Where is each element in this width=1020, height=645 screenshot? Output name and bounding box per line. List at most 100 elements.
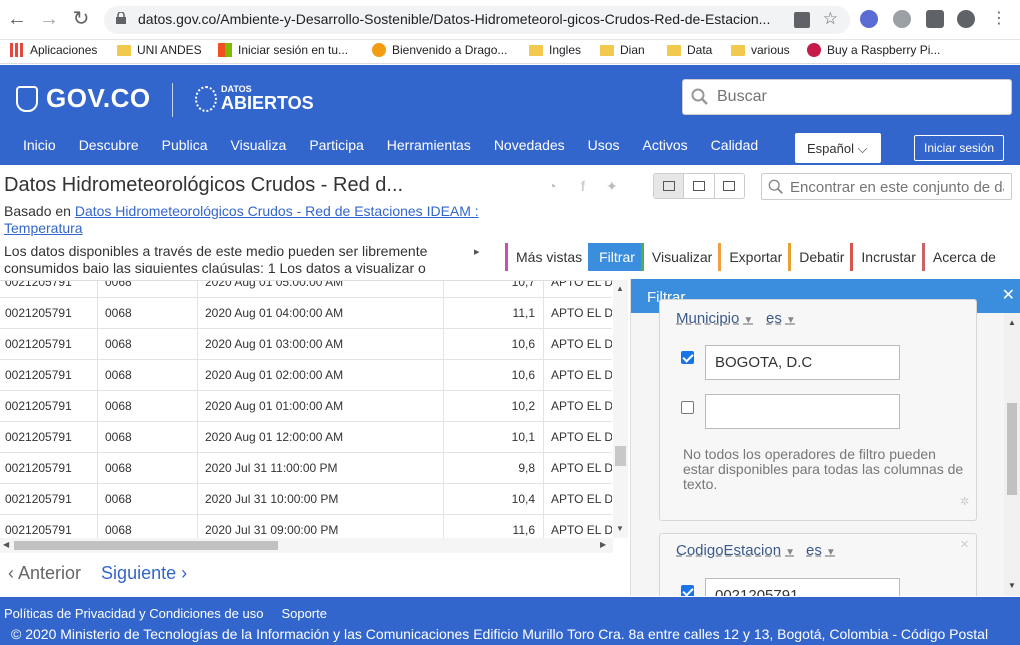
bookmark-link[interactable]: Buy a Raspberry Pi... bbox=[807, 43, 940, 57]
apps-grid-icon bbox=[10, 43, 24, 57]
remove-filter-icon[interactable]: ✕ bbox=[960, 538, 969, 551]
nav-novedades[interactable]: Novedades bbox=[494, 137, 565, 157]
cell-valor-observado: 11,1 bbox=[444, 298, 544, 328]
extensions-puzzle-icon[interactable] bbox=[926, 10, 944, 28]
scrollbar-thumb[interactable] bbox=[14, 541, 278, 550]
twitter-icon[interactable]: ✦ bbox=[606, 178, 618, 195]
scroll-down-icon[interactable]: ▼ bbox=[1008, 581, 1016, 590]
scroll-left-icon[interactable]: ◀ bbox=[3, 540, 9, 549]
filter-operator-dropdown[interactable]: es ▼ bbox=[806, 542, 836, 559]
filter-value-input[interactable]: BOGOTA, D.C bbox=[705, 345, 900, 380]
filter-value-input[interactable]: 0021205791 bbox=[705, 578, 900, 596]
table-row[interactable]: 0021205791 0068 2020 Aug 01 02:00:00 AM 10,… bbox=[0, 360, 612, 391]
cell-codigo-estacion: 0021205791 bbox=[0, 281, 98, 297]
translate-icon[interactable] bbox=[794, 12, 810, 28]
lock-icon bbox=[116, 12, 126, 24]
back-icon[interactable]: ← bbox=[6, 8, 28, 30]
nav-usos[interactable]: Usos bbox=[588, 137, 620, 157]
grid-horizontal-scrollbar[interactable]: ◀ ▶ bbox=[0, 538, 613, 553]
cell-codigo-estacion: 0021205791 bbox=[0, 422, 98, 452]
filter-panel-scrollbar[interactable]: ▲ ▼ bbox=[1004, 313, 1020, 596]
grid-view-button[interactable] bbox=[654, 174, 685, 198]
scroll-up-icon[interactable]: ▲ bbox=[1008, 318, 1016, 327]
filter-value-input[interactable] bbox=[705, 394, 900, 429]
datos-abiertos-logo[interactable]: DATOS ABIERTOS bbox=[195, 85, 314, 112]
tab-filtrar[interactable]: Filtrar bbox=[588, 243, 641, 271]
language-dropdown[interactable]: Español ⌵ bbox=[795, 133, 881, 163]
bookmark-folder[interactable]: various bbox=[731, 43, 790, 57]
filter-operator-dropdown[interactable]: es ▼ bbox=[766, 310, 796, 327]
table-row[interactable]: 0021205791 0068 2020 Aug 01 05:00:00 AM 10,… bbox=[0, 281, 612, 298]
bookmark-apps[interactable]: Aplicaciones bbox=[10, 43, 97, 57]
based-on-link[interactable]: Datos Hidrometeorológicos Crudos - Red d… bbox=[4, 203, 479, 236]
tab-acerca-de[interactable]: Acerca de bbox=[921, 243, 1002, 271]
coat-of-arms-icon bbox=[16, 85, 38, 112]
rss-icon[interactable]: ◔ bbox=[548, 178, 556, 194]
table-row[interactable]: 0021205791 0068 2020 Jul 31 10:00:00 PM 10,… bbox=[0, 484, 612, 515]
nav-publica[interactable]: Publica bbox=[162, 137, 208, 157]
bookmark-link[interactable]: Bienvenido a Drago... bbox=[372, 43, 507, 57]
cell-nombre-estacion: APTO EL DORADO bbox=[551, 337, 612, 351]
privacy-link[interactable]: Políticas de Privacidad y Condiciones de… bbox=[4, 606, 263, 621]
scrollbar-thumb[interactable] bbox=[1007, 403, 1017, 495]
bookmark-star-icon[interactable]: ☆ bbox=[823, 9, 838, 29]
tab-mas-vistas[interactable]: Más vistas bbox=[505, 243, 589, 271]
tab-visualizar[interactable]: Visualizar bbox=[640, 243, 719, 271]
close-icon[interactable]: ✕ bbox=[1002, 285, 1015, 305]
extension-chat-icon[interactable] bbox=[893, 10, 911, 28]
filter-column-dropdown[interactable]: Municipio ▼ bbox=[676, 310, 753, 327]
url-text[interactable]: datos.gov.co/Ambiente-y-Desarrollo-Soste… bbox=[138, 11, 778, 27]
nav-descubre[interactable]: Descubre bbox=[79, 137, 139, 157]
nav-herramientas[interactable]: Herramientas bbox=[387, 137, 471, 157]
scrollbar-thumb[interactable] bbox=[615, 446, 626, 466]
scroll-up-icon[interactable]: ▲ bbox=[616, 284, 624, 293]
cell-fecha-observacion: 2020 Aug 01 01:00:00 AM bbox=[198, 391, 444, 421]
bookmark-link[interactable]: Iniciar sesión en tu... bbox=[218, 43, 348, 57]
previous-page-link[interactable]: ‹ Anterior bbox=[8, 563, 81, 584]
support-link[interactable]: Soporte bbox=[281, 606, 327, 621]
filter-value-checkbox[interactable] bbox=[681, 351, 694, 364]
extension-icon[interactable] bbox=[860, 10, 878, 28]
table-row[interactable]: 0021205791 0068 2020 Aug 01 01:00:00 AM 10,… bbox=[0, 391, 612, 422]
filter-column-dropdown[interactable]: CodigoEstacion ▼ bbox=[676, 542, 795, 559]
facebook-icon[interactable]: f bbox=[581, 178, 585, 194]
filter-value-checkbox[interactable] bbox=[681, 585, 694, 596]
grid-vertical-scrollbar[interactable]: ▲ ▼ bbox=[613, 280, 628, 538]
tab-debatir[interactable]: Debatir bbox=[788, 243, 851, 271]
table-row[interactable]: 0021205791 0068 2020 Aug 01 04:00:00 AM 11,… bbox=[0, 298, 612, 329]
caret-down-icon: ▼ bbox=[825, 547, 836, 558]
nav-participa[interactable]: Participa bbox=[309, 137, 363, 157]
reload-icon[interactable]: ↻ bbox=[70, 8, 92, 30]
tab-incrustar[interactable]: Incrustar bbox=[850, 243, 922, 271]
nav-inicio[interactable]: Inicio bbox=[23, 137, 56, 157]
cell-valor-observado: 10,2 bbox=[444, 391, 544, 421]
bookmark-folder[interactable]: Data bbox=[667, 43, 712, 57]
gov-co-logo[interactable]: GOV.CO bbox=[16, 83, 151, 114]
site-search-input[interactable] bbox=[717, 84, 997, 110]
list-view-button[interactable] bbox=[684, 174, 715, 198]
settings-gear-icon[interactable]: ✲ bbox=[960, 495, 969, 508]
login-button[interactable]: Iniciar sesión bbox=[914, 135, 1004, 161]
expand-description-icon[interactable]: ▸ bbox=[474, 245, 480, 258]
cell-nombre-estacion: APTO EL DORADO bbox=[551, 368, 612, 382]
nav-activos[interactable]: Activos bbox=[643, 137, 688, 157]
nav-visualiza[interactable]: Visualiza bbox=[231, 137, 287, 157]
forward-icon[interactable]: → bbox=[38, 8, 60, 30]
bookmark-folder[interactable]: Ingles bbox=[529, 43, 581, 57]
bookmark-folder[interactable]: UNI ANDES bbox=[117, 43, 202, 57]
scroll-down-icon[interactable]: ▼ bbox=[616, 524, 624, 533]
scroll-right-icon[interactable]: ▶ bbox=[600, 540, 606, 549]
nav-calidad[interactable]: Calidad bbox=[711, 137, 758, 157]
menu-kebab-icon[interactable]: ⋮ bbox=[988, 8, 1010, 30]
address-bar[interactable]: datos.gov.co/Ambiente-y-Desarrollo-Soste… bbox=[104, 6, 850, 34]
page-view-button[interactable] bbox=[715, 174, 744, 198]
table-row[interactable]: 0021205791 0068 2020 Aug 01 03:00:00 AM 10,… bbox=[0, 329, 612, 360]
table-row[interactable]: 0021205791 0068 2020 Aug 01 12:00:00 AM 10,… bbox=[0, 422, 612, 453]
bookmark-folder[interactable]: Dian bbox=[600, 43, 645, 57]
dataset-search-input[interactable] bbox=[790, 177, 1004, 197]
profile-avatar-icon[interactable] bbox=[957, 10, 975, 28]
tab-exportar[interactable]: Exportar bbox=[718, 243, 789, 271]
next-page-link[interactable]: Siguiente › bbox=[101, 563, 187, 584]
table-row[interactable]: 0021205791 0068 2020 Jul 31 11:00:00 PM 9,8… bbox=[0, 453, 612, 484]
filter-value-checkbox[interactable] bbox=[681, 401, 694, 414]
